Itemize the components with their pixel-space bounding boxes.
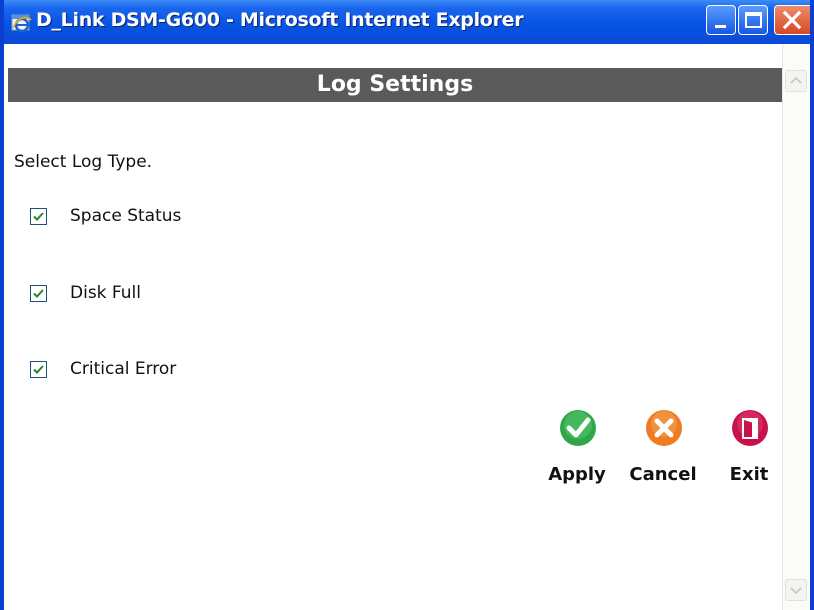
apply-label: Apply [548, 464, 606, 485]
title-bar[interactable]: D_Link DSM-G600 - Microsoft Internet Exp… [4, 0, 810, 44]
checkmark-icon [560, 410, 596, 446]
minimize-icon [715, 25, 726, 28]
space-status-checkbox[interactable] [30, 208, 47, 225]
space-status-label: Space Status [70, 206, 182, 226]
log-type-prompt: Select Log Type. [14, 152, 153, 172]
page-content: Log Settings Select Log Type. Space Stat… [8, 44, 782, 610]
internet-explorer-icon [11, 14, 32, 33]
cancel-label: Cancel [629, 464, 697, 485]
checkmark-icon [33, 365, 44, 374]
exit-door-icon [732, 410, 768, 446]
maximize-button[interactable] [738, 5, 768, 35]
browser-window: D_Link DSM-G600 - Microsoft Internet Exp… [0, 0, 814, 610]
cancel-button[interactable]: Cancel [629, 406, 697, 502]
critical-error-label: Critical Error [70, 359, 177, 379]
exit-button[interactable]: Exit [716, 406, 782, 502]
disk-full-label: Disk Full [70, 283, 141, 303]
window-title: D_Link DSM-G600 - Microsoft Internet Exp… [36, 9, 524, 31]
checkmark-icon [33, 212, 44, 221]
chevron-up-icon [790, 76, 802, 84]
section-header: Log Settings [8, 68, 782, 102]
vertical-scrollbar[interactable] [782, 44, 810, 610]
checkmark-icon [33, 289, 44, 298]
chevron-down-icon [790, 587, 802, 595]
minimize-button[interactable] [706, 5, 736, 35]
close-icon [782, 10, 802, 30]
scroll-down-button[interactable] [785, 579, 807, 601]
close-button[interactable] [774, 5, 810, 35]
critical-error-checkbox[interactable] [30, 361, 47, 378]
maximize-icon [745, 12, 762, 28]
page-title: Log Settings [316, 72, 474, 97]
x-icon [646, 410, 682, 446]
apply-button[interactable]: Apply [544, 406, 610, 502]
disk-full-checkbox[interactable] [30, 285, 47, 302]
scroll-up-button[interactable] [785, 70, 807, 92]
exit-label: Exit [729, 464, 769, 485]
